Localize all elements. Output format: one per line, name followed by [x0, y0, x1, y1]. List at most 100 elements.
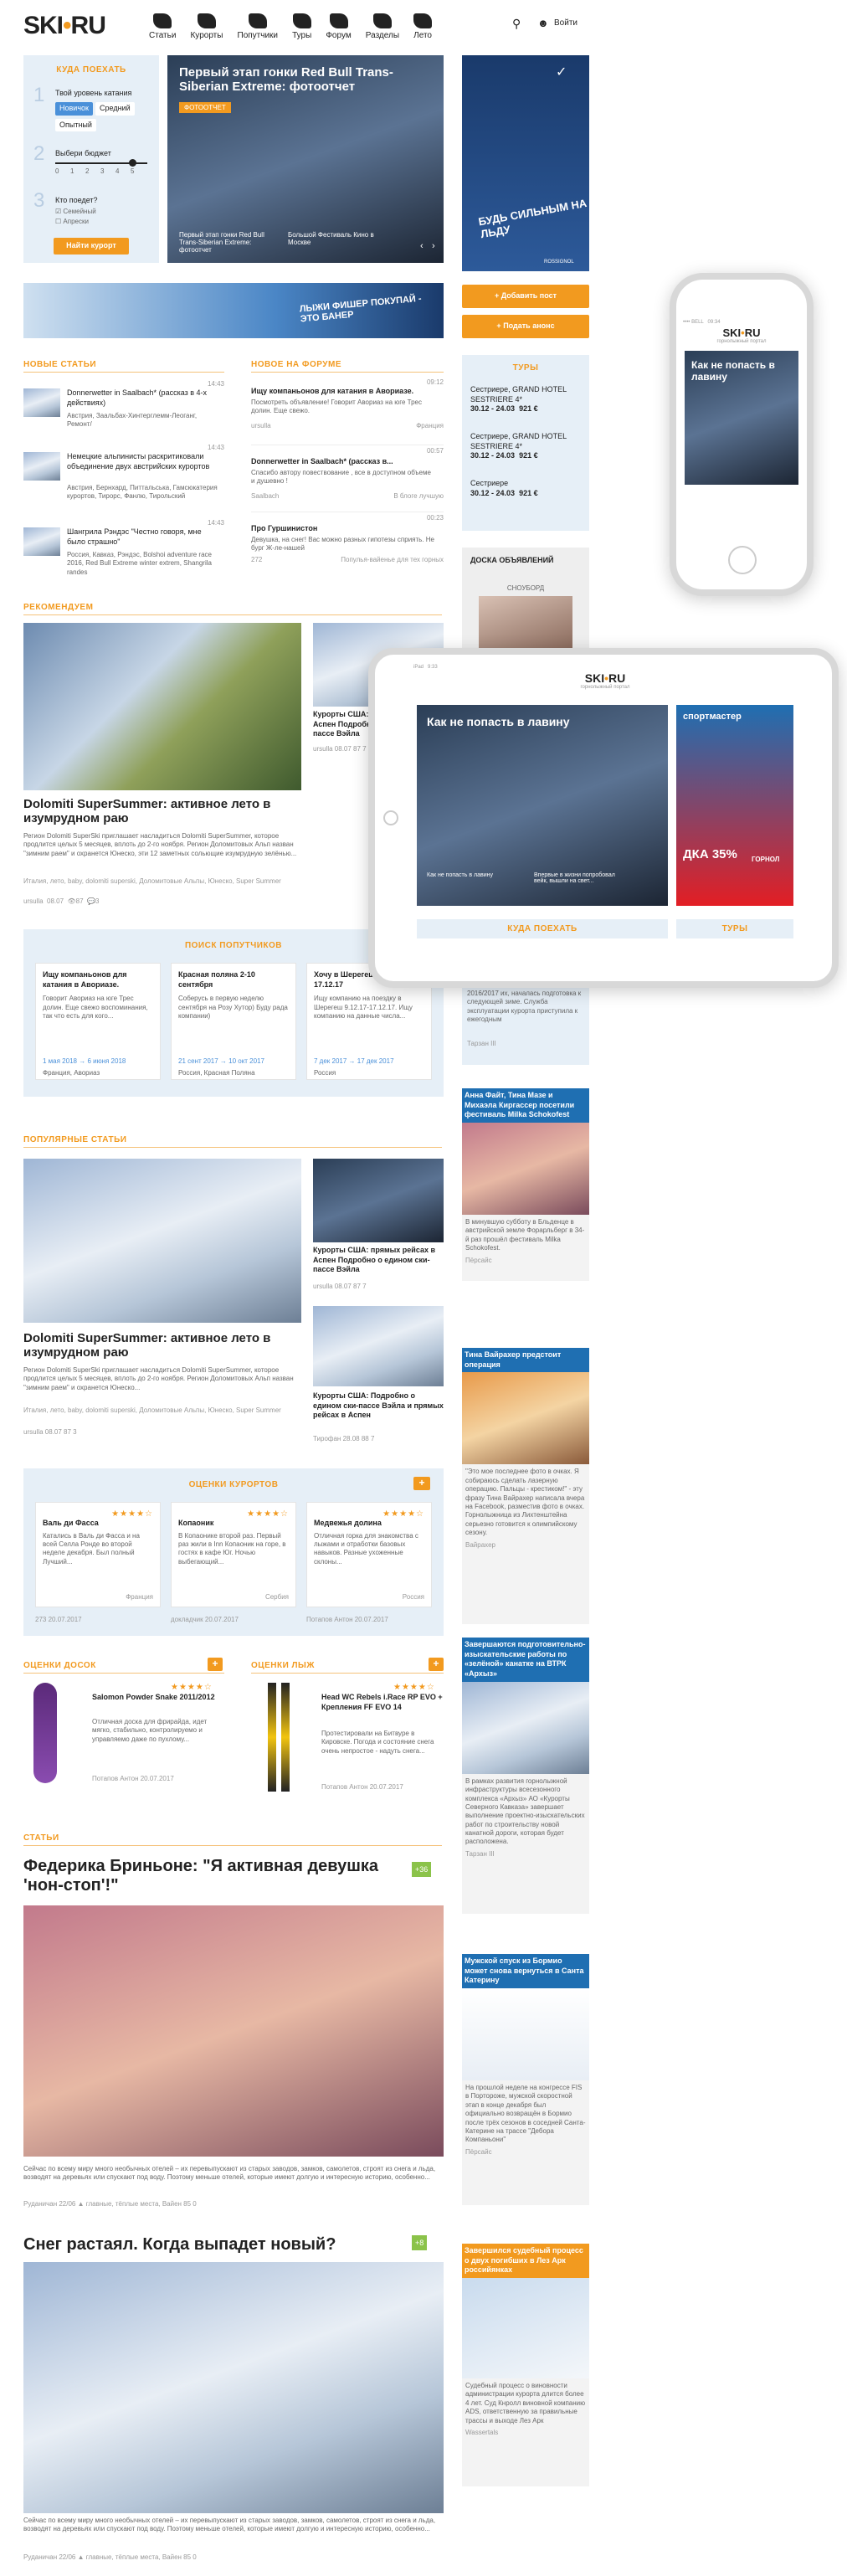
side-news-card[interactable]: Тина Вайрахер предстоит операция "Это мо… — [462, 1348, 589, 1624]
side-news-card[interactable]: 2016/2017 их, началась подготовка к след… — [462, 985, 589, 1065]
popular-side-image[interactable] — [313, 1159, 444, 1242]
side-news-image[interactable] — [462, 1681, 589, 1774]
article-heading[interactable]: Снег растаял. Когда выпадет новый? — [23, 2235, 392, 2255]
classified-item[interactable]: СНОУБОРД — [462, 584, 589, 593]
resort-card[interactable]: ★★★★☆ Медвежья долина Отличная горка для з… — [306, 1502, 432, 1607]
side-news-title[interactable]: Завершаются подготовительно-изыскательск… — [462, 1638, 589, 1682]
list-item[interactable]: 14:43 Немецкие альпинисты раскритиковали … — [23, 444, 224, 519]
forum-author[interactable]: ursulla — [251, 422, 271, 429]
add-resort-rating-button[interactable]: + — [413, 1477, 430, 1490]
hero-caption-2[interactable]: Большой Фестиваль Кино в Москве — [288, 231, 388, 246]
tour-item[interactable]: Сестриере, GRAND HOTEL SESTRIERE 4* 30.12… — [470, 432, 583, 479]
tablet-ad[interactable]: спортмастер ДКА 35% ГОРНОЛ — [676, 705, 793, 906]
nav-forum[interactable]: Форум — [326, 13, 352, 40]
apres-option[interactable]: ☐ Апрески — [55, 218, 89, 226]
site-logo[interactable]: SKI•RU — [23, 12, 106, 40]
nav-articles[interactable]: Статьи — [149, 13, 176, 40]
resort-name[interactable]: Копаоник — [178, 1519, 289, 1529]
side-news-card[interactable]: Мужской спуск из Бормио может снова верн… — [462, 1954, 589, 2205]
article-thumb[interactable] — [23, 388, 60, 417]
resort-card[interactable]: ★★★★☆ Копаоник В Копаонике второй раз. Пер… — [171, 1502, 296, 1607]
article-thumb[interactable] — [23, 452, 60, 481]
tablet-slide-title[interactable]: Как не попасть в лавину — [427, 715, 570, 728]
add-announcement-button[interactable]: + Подать анонс — [462, 315, 589, 338]
list-item[interactable]: 14:43 Шангрила Рэндэс "Честно говоря, мне… — [23, 519, 224, 586]
tour-name[interactable]: Сестриере, GRAND HOTEL SESTRIERE 4* — [470, 385, 583, 404]
forum-topic[interactable]: Donnerwetter in Saalbach* (рассказ в... — [251, 457, 435, 467]
mate-title[interactable]: Ищу компаньонов для катания в Авориазе. — [43, 970, 153, 990]
article-image[interactable] — [23, 1905, 444, 2157]
list-item[interactable]: 14:43 Donnerwetter in Saalbach* (рассказ … — [23, 380, 224, 444]
side-news-author[interactable]: Вайрахер — [465, 1541, 586, 1549]
nav-tours[interactable]: Туры — [292, 13, 311, 40]
tour-name[interactable]: Сестриере, GRAND HOTEL SESTRIERE 4* — [470, 432, 583, 451]
phone-slider[interactable]: Как не попасть в лавину — [685, 351, 798, 485]
article-heading[interactable]: Федерика Бриньоне: "Я активная девушка '… — [23, 1857, 392, 1895]
add-post-button[interactable]: + Добавить пост — [462, 285, 589, 308]
tablet-logo[interactable]: SKI•RU — [412, 671, 798, 685]
hero-caption-1[interactable]: Первый этап гонки Red Bull Trans-Siberia… — [179, 231, 280, 254]
side-news-title[interactable]: Завершился судебный процесс о двух погиб… — [462, 2244, 589, 2279]
tablet-slider[interactable]: Как не попасть в лавину Как не попасть в… — [417, 705, 668, 906]
hero-slider[interactable]: Первый этап гонки Red Bull Trans-Siberia… — [167, 55, 444, 263]
hero-prev-icon[interactable]: ‹ — [420, 241, 424, 251]
article-title[interactable]: Donnerwetter in Saalbach* (рассказ в 4-х… — [67, 388, 218, 408]
nav-mates[interactable]: Попутчики — [238, 13, 278, 40]
forum-item[interactable]: 00:57 Donnerwetter in Saalbach* (рассказ … — [251, 445, 444, 512]
forum-topic[interactable]: Ищу компаньонов для катания в Авориазе. — [251, 387, 435, 397]
level-intermediate[interactable]: Средний — [95, 102, 135, 116]
classified-photo[interactable] — [479, 596, 572, 650]
budget-slider-handle[interactable] — [129, 159, 136, 167]
ski-right-image[interactable] — [281, 1683, 290, 1792]
forum-section[interactable]: В блоге лучшую — [393, 492, 444, 500]
phone-logo[interactable]: SKI•RU — [681, 326, 802, 339]
popular-main-title[interactable]: Dolomiti SuperSummer: активное лето в из… — [23, 1331, 301, 1360]
tablet-caption-1[interactable]: Как не попасть в лавину — [427, 872, 527, 878]
popular-side-image-2[interactable] — [313, 1306, 444, 1386]
side-news-image[interactable] — [462, 1372, 589, 1465]
side-news-author[interactable]: Тарзан III — [465, 1850, 586, 1858]
nav-sections[interactable]: Разделы — [366, 13, 399, 40]
side-news-card[interactable]: Завершаются подготовительно-изыскательск… — [462, 1638, 589, 1914]
forum-topic[interactable]: Про Гуршинистон — [251, 524, 435, 534]
mate-title[interactable]: Красная поляна 2-10 сентября — [178, 970, 289, 990]
recommend-main-title[interactable]: Dolomiti SuperSummer: активное лето в из… — [23, 797, 301, 825]
resort-name[interactable]: Медвежья долина — [314, 1519, 424, 1529]
user-icon[interactable]: ☻ — [537, 17, 549, 29]
side-news-author[interactable]: Пёрсайс — [465, 2148, 586, 2156]
tablet-finder-tab[interactable]: КУДА ПОЕХАТЬ — [417, 919, 668, 938]
resort-name[interactable]: Валь ди Фасса — [43, 1519, 153, 1529]
search-icon[interactable]: ⚲ — [512, 17, 521, 31]
article-title[interactable]: Немецкие альпинисты раскритиковали объед… — [67, 452, 218, 471]
side-news-card[interactable]: Завершился судебный процесс о двух погиб… — [462, 2244, 589, 2486]
find-resort-button[interactable]: Найти курорт — [54, 238, 129, 255]
popular-side-title[interactable]: Курорты США: прямых рейсах в Аспен Подро… — [313, 1246, 444, 1275]
popular-main-image[interactable] — [23, 1159, 301, 1323]
tour-item[interactable]: Сестриере 30.12 - 24.03 921 € — [470, 479, 583, 526]
popular-side-title-2[interactable]: Курорты США: Подробно о едином ски-пассе… — [313, 1391, 444, 1421]
article-thumb[interactable] — [23, 527, 60, 556]
forum-item[interactable]: 00:23 Про Гуршинистон Девушка, на снег! Ва… — [251, 512, 444, 579]
snowboard-image[interactable] — [33, 1683, 57, 1783]
side-news-card[interactable]: Анна Файт, Тина Мазе и Михаэла Киргассер… — [462, 1088, 589, 1281]
mate-card[interactable]: Красная поляна 2-10 сентября Соберусь в п… — [171, 963, 296, 1080]
level-advanced[interactable]: Опытный — [55, 118, 96, 132]
ski-name[interactable]: Head WC Rebels i.Race RP EVO + Крепления… — [321, 1693, 444, 1712]
forum-item[interactable]: 09:12 Ищу компаньонов для катания в Авори… — [251, 378, 444, 445]
side-news-author[interactable]: Wassertals — [465, 2429, 586, 2436]
nav-summer[interactable]: Лето — [413, 13, 433, 40]
article-title[interactable]: Шангрила Рэндэс "Честно говоря, мне было… — [67, 527, 218, 547]
add-board-rating-button[interactable]: + — [208, 1658, 223, 1671]
forum-section[interactable]: Популья-вайенье для тех горных — [341, 556, 444, 563]
resort-card[interactable]: ★★★★☆ Валь ди Фасса Катались в Валь ди Фас… — [35, 1502, 161, 1607]
tour-item[interactable]: Сестриере, GRAND HOTEL SESTRIERE 4* 30.12… — [470, 385, 583, 432]
family-option[interactable]: ☑ Семейный — [55, 208, 96, 216]
article-image[interactable] — [23, 2262, 444, 2513]
tablet-caption-2[interactable]: Впервые в жизни попробовал вейк, вышли н… — [534, 872, 626, 884]
popular-tags[interactable]: Италия, лето, baby, dolomiti superski, Д… — [23, 1406, 301, 1414]
add-ski-rating-button[interactable]: + — [429, 1658, 444, 1671]
side-news-author[interactable]: Тарзан III — [467, 1040, 496, 1047]
board-name[interactable]: Salomon Powder Snake 2011/2012 — [92, 1693, 218, 1703]
hero-title[interactable]: Первый этап гонки Red Bull Trans-Siberia… — [179, 65, 397, 94]
level-beginner[interactable]: Новичок — [55, 102, 93, 116]
